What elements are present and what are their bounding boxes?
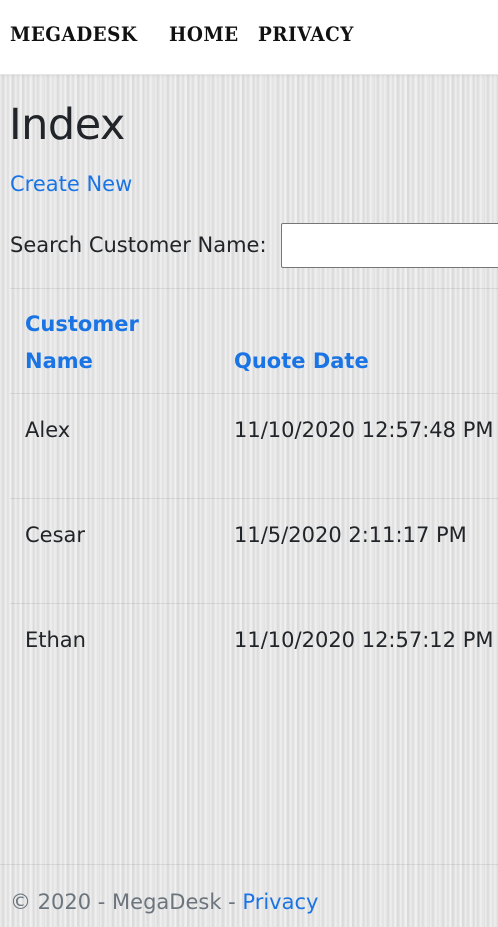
search-label: Search Customer Name: <box>10 233 267 257</box>
customer-name-sort-header[interactable]: Customer Name <box>25 306 185 380</box>
brand-logo-link[interactable]: MEGADESK <box>10 22 137 46</box>
customer-name-cell: Cesar <box>25 523 86 547</box>
search-customer-input[interactable] <box>281 223 498 268</box>
quote-date-sort-header[interactable]: Quote Date <box>234 343 369 380</box>
customer-name-cell: Alex <box>25 418 71 442</box>
nav-privacy-link[interactable]: PRIVACY <box>258 22 354 46</box>
quote-date-cell: 11/5/2020 2:11:17 PM <box>234 523 467 547</box>
row-divider <box>10 498 498 499</box>
row-divider <box>10 603 498 604</box>
footer-privacy-link[interactable]: Privacy <box>242 890 318 914</box>
nav-home-link[interactable]: HOME <box>169 22 239 46</box>
page-title: Index <box>9 100 125 150</box>
footer: © 2020 - MegaDesk - Privacy <box>10 890 318 914</box>
quote-date-cell: 11/10/2020 12:57:12 PM <box>234 628 494 652</box>
table-top-divider <box>10 288 498 289</box>
footer-copyright: © 2020 - MegaDesk - <box>10 890 243 914</box>
table-header-divider <box>10 393 498 394</box>
top-navbar: MEGADESK HOME PRIVACY <box>0 0 498 75</box>
create-new-link[interactable]: Create New <box>10 172 132 196</box>
footer-divider <box>0 864 498 865</box>
quote-date-cell: 11/10/2020 12:57:48 PM <box>234 418 494 442</box>
customer-name-cell: Ethan <box>25 628 86 652</box>
